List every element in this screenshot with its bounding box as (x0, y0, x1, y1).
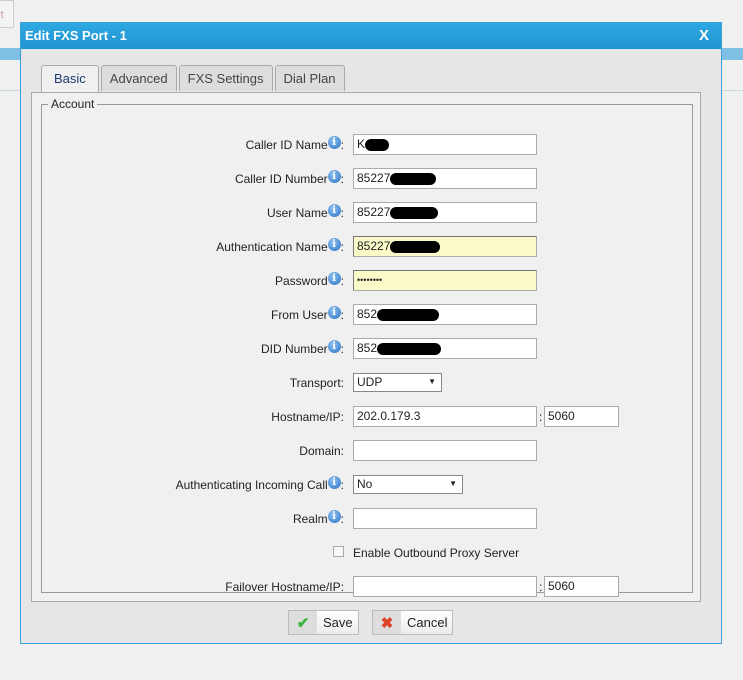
auth-incoming-row: Authenticating Incoming Call i: No (42, 474, 694, 496)
tab-fxs-settings[interactable]: FXS Settings (178, 65, 273, 91)
tab-advanced[interactable]: Advanced (100, 65, 177, 91)
caller-id-number-label: Caller ID Number (234, 172, 328, 186)
cancel-button[interactable]: ✖ Cancel (372, 610, 453, 635)
user-name-row: User Name i: 85227 (42, 202, 694, 224)
dialog-title: Edit FXS Port - 1 (25, 28, 127, 43)
password-row: Password i: •••••••• (42, 270, 694, 292)
failover-port-input[interactable]: 5060 (544, 576, 619, 597)
checkmark-icon: ✔ (289, 611, 317, 634)
info-icon[interactable]: i (327, 170, 341, 183)
realm-input[interactable] (353, 508, 537, 529)
cross-icon: ✖ (373, 611, 401, 634)
info-icon[interactable]: i (327, 510, 341, 523)
outbound-proxy-label[interactable]: Enable Outbound Proxy Server (353, 546, 519, 560)
realm-label: Realm (292, 512, 328, 526)
user-name-label: User Name (266, 206, 328, 220)
save-label: Save (323, 615, 353, 630)
caller-id-number-row: Caller ID Number i: 85227 (42, 168, 694, 190)
dialog-titlebar[interactable]: Edit FXS Port - 1 X (21, 23, 721, 49)
hostname-row: Hostname/IP: 202.0.179.3 : 5060 (42, 406, 694, 428)
domain-label: Domain (299, 444, 341, 458)
failover-row: Failover Hostname/IP: : 5060 (42, 576, 694, 598)
caller-id-name-value: K (357, 137, 366, 151)
hostname-input[interactable]: 202.0.179.3 (353, 406, 537, 427)
caller-id-number-input[interactable]: 85227 (353, 168, 537, 189)
close-button[interactable]: X (699, 27, 709, 44)
from-user-input[interactable]: 852 (353, 304, 537, 325)
info-icon[interactable]: i (327, 238, 341, 251)
user-name-value: 85227 (357, 205, 391, 219)
caller-id-number-value: 85227 (357, 171, 391, 185)
caller-id-name-label: Caller ID Name (245, 138, 328, 152)
did-number-label: DID Number (260, 342, 328, 356)
info-icon[interactable]: i (327, 136, 341, 149)
cancel-label: Cancel (407, 615, 448, 630)
from-user-label: From User (270, 308, 328, 322)
transport-select[interactable]: UDP (353, 373, 442, 392)
domain-row: Domain: (42, 440, 694, 462)
auth-incoming-label: Authenticating Incoming Call (175, 478, 328, 492)
auth-name-label: Authentication Name (216, 240, 328, 254)
failover-input[interactable] (353, 576, 537, 597)
hostname-label: Hostname/IP (271, 410, 341, 424)
auth-name-input[interactable]: 85227 (353, 236, 537, 257)
info-icon[interactable]: i (327, 476, 341, 489)
failover-label: Failover Hostname/IP (225, 580, 341, 594)
password-label: Password (274, 274, 328, 288)
info-icon[interactable]: i (327, 204, 341, 217)
tab-dial-plan[interactable]: Dial Plan (274, 65, 345, 91)
user-name-input[interactable]: 85227 (353, 202, 537, 223)
caller-id-name-input[interactable]: K (353, 134, 537, 155)
edit-fxs-port-dialog: Edit FXS Port - 1 X Basic Advanced FXS S… (20, 22, 722, 644)
did-number-row: DID Number i: 852 (42, 338, 694, 360)
from-user-value: 852 (357, 307, 378, 321)
transport-row: Transport: UDP (42, 372, 694, 394)
auth-name-value: 85227 (357, 239, 391, 253)
auth-name-row: Authentication Name i: 85227 (42, 236, 694, 258)
info-icon[interactable]: i (327, 306, 341, 319)
from-user-row: From User i: 852 (42, 304, 694, 326)
outbound-proxy-checkbox[interactable] (333, 546, 344, 557)
hostname-port-input[interactable]: 5060 (544, 406, 619, 427)
info-icon[interactable]: i (327, 272, 341, 285)
account-legend: Account (51, 97, 95, 111)
auth-incoming-select[interactable]: No (353, 475, 463, 494)
did-number-input[interactable]: 852 (353, 338, 537, 359)
caller-id-name-row: Caller ID Name i: K (42, 134, 694, 156)
tab-basic[interactable]: Basic (41, 65, 99, 93)
save-button[interactable]: ✔ Save (288, 610, 359, 635)
account-fieldset: Account Caller ID Name i: K Caller ID Num… (41, 97, 694, 597)
outbound-proxy-row: Enable Outbound Proxy Server (42, 542, 694, 564)
domain-input[interactable] (353, 440, 537, 461)
tab-bar: Basic Advanced FXS Settings Dial Plan (41, 65, 345, 93)
tab-panel: Account Caller ID Name i: K Caller ID Num… (31, 92, 701, 602)
did-number-value: 852 (357, 341, 378, 355)
background-button: rt (0, 0, 14, 28)
transport-label: Transport (289, 376, 341, 390)
password-input[interactable]: •••••••• (353, 270, 537, 291)
info-icon[interactable]: i (327, 340, 341, 353)
realm-row: Realm i: (42, 508, 694, 530)
